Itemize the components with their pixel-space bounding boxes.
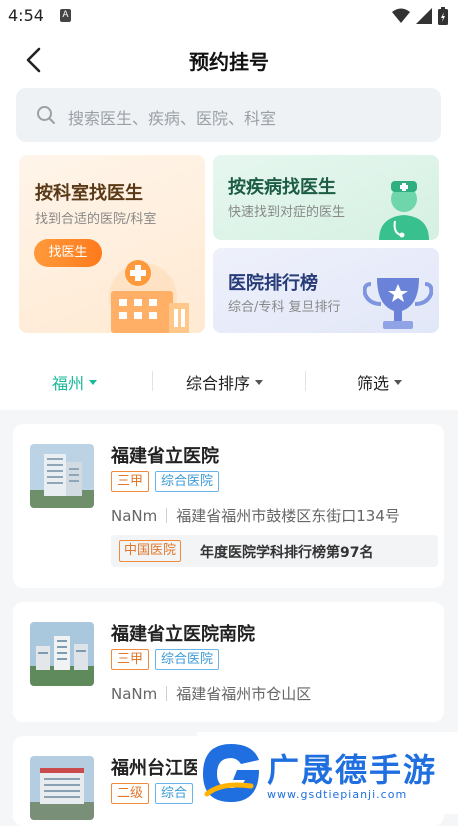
card-title: 医院排行榜 (228, 273, 318, 294)
hospital-photo (30, 444, 94, 508)
status-bar: 4:54 A (0, 0, 458, 32)
find-doctor-button[interactable]: 找医生 (34, 239, 102, 267)
divider (166, 686, 168, 701)
battery-icon (438, 7, 448, 25)
hospital-card[interactable]: 福建省立医院南院 三甲 综合医院 NaNm 福建省福州市仓山区 (13, 602, 444, 722)
search-icon (37, 106, 55, 124)
wifi-icon (392, 8, 410, 23)
card-subtitle: 综合/专科 复旦排行 (228, 300, 341, 315)
hospital-tags: 二级 综合 (111, 783, 194, 804)
type-badge: 综合医院 (155, 649, 220, 670)
card-title: 按科室找医生 (35, 183, 143, 204)
hospital-photo (30, 622, 94, 686)
hospital-name: 福州台江医 (111, 758, 201, 779)
chevron-down-icon (89, 379, 98, 385)
level-badge: 二级 (111, 783, 150, 804)
find-by-department-card[interactable]: 按科室找医生 找到合适的医院/科室 找医生 (19, 155, 205, 333)
chevron-down-icon (255, 379, 264, 385)
app-header: 预约挂号 (0, 32, 458, 88)
address: 福建省福州市鼓楼区东街口134号 (176, 507, 400, 525)
watermark-logo (203, 744, 259, 802)
filter-bar: 福州 综合排序 筛选 (0, 356, 458, 408)
filter-city[interactable]: 福州 (52, 370, 98, 394)
ranking-row: 中国医院 年度医院学科排行榜第97名 (111, 535, 438, 567)
search-input[interactable]: 搜索医生、疾病、医院、科室 (16, 88, 441, 142)
watermark-title: 广晟德手游 (267, 751, 438, 789)
watermark: 广晟德手游 www.gsdtiepianji.com (197, 732, 458, 814)
hospital-meta: NaNm 福建省福州市仓山区 (111, 683, 311, 704)
chevron-down-icon (394, 379, 403, 385)
page-title: 预约挂号 (189, 50, 269, 74)
signal-icon (416, 8, 432, 24)
hospital-photo (30, 756, 94, 820)
status-icons (392, 7, 448, 25)
distance: NaNm (111, 506, 158, 525)
card-subtitle: 快速找到对症的医生 (228, 205, 346, 220)
find-by-disease-card[interactable]: 按疾病找医生 快速找到对症的医生 (213, 155, 439, 240)
hospital-ranking-card[interactable]: 医院排行榜 综合/专科 复旦排行 (213, 248, 439, 333)
status-time: 4:54 (8, 6, 44, 25)
filter-city-label: 福州 (52, 374, 85, 393)
level-badge: 三甲 (111, 649, 150, 670)
hospital-meta: NaNm 福建省福州市鼓楼区东街口134号 (111, 505, 400, 526)
ranking-text: 年度医院学科排行榜第97名 (200, 545, 374, 561)
divider (305, 371, 306, 391)
divider (152, 371, 153, 391)
doctor-icon (379, 181, 429, 240)
hospital-name: 福建省立医院南院 (111, 624, 255, 645)
hospital-tags: 三甲 综合医院 (111, 471, 220, 492)
hospital-building-icon (109, 260, 189, 333)
divider (166, 508, 168, 523)
card-title: 按疾病找医生 (228, 177, 336, 198)
hospital-card[interactable]: 福建省立医院 三甲 综合医院 NaNm 福建省福州市鼓楼区东街口134号 中国医… (13, 424, 444, 588)
hospital-tags: 三甲 综合医院 (111, 649, 220, 670)
search-placeholder: 搜索医生、疾病、医院、科室 (68, 109, 277, 128)
watermark-url: www.gsdtiepianji.com (267, 788, 408, 801)
distance: NaNm (111, 684, 158, 703)
filter-screen-label: 筛选 (357, 374, 390, 393)
hospital-name: 福建省立医院 (111, 446, 219, 467)
type-badge: 综合 (155, 783, 194, 804)
filter-screen[interactable]: 筛选 (357, 370, 403, 394)
card-subtitle: 找到合适的医院/科室 (35, 212, 157, 227)
filter-sort-label: 综合排序 (186, 374, 251, 393)
filter-sort[interactable]: 综合排序 (186, 370, 264, 394)
level-badge: 三甲 (111, 471, 150, 492)
type-badge: 综合医院 (155, 471, 220, 492)
ranking-tag: 中国医院 (119, 540, 182, 562)
trophy-icon (363, 278, 433, 329)
address: 福建省福州市仓山区 (176, 685, 312, 703)
sim-icon: A (60, 9, 71, 22)
